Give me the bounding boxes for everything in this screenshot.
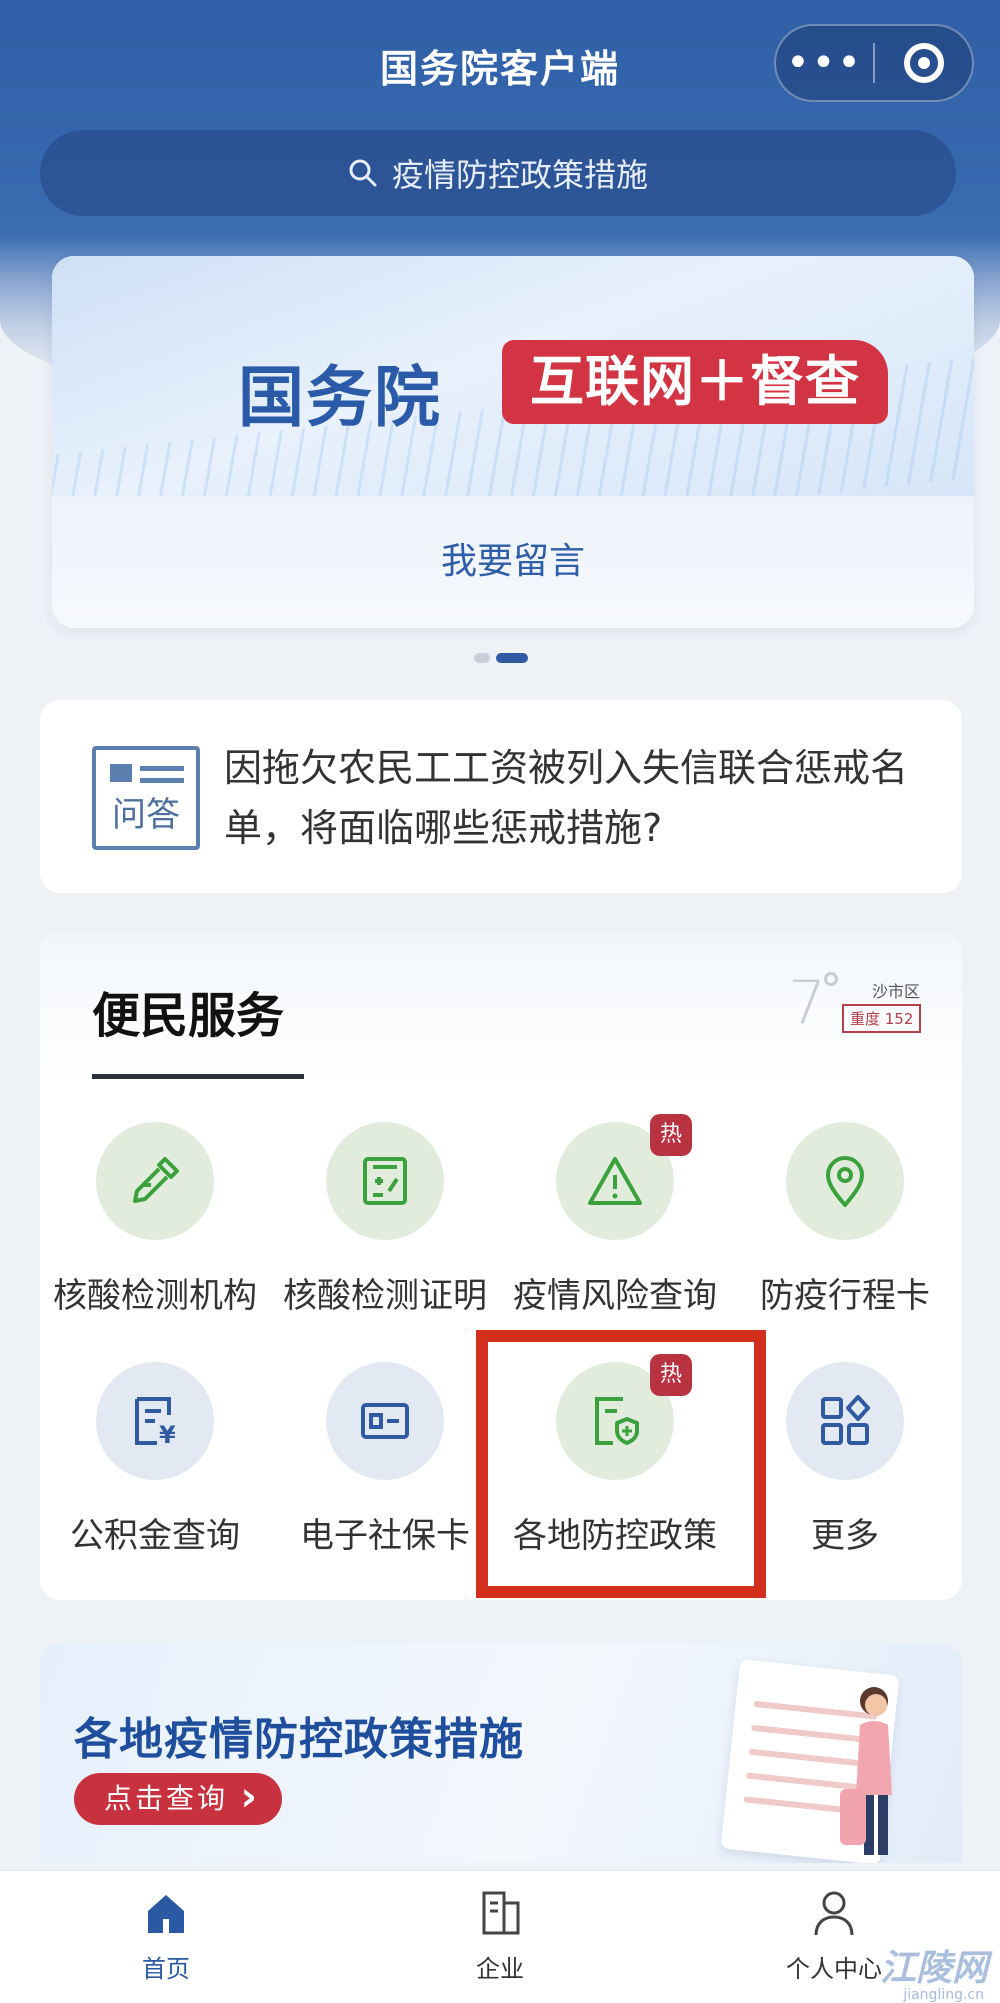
- qa-card[interactable]: 问答 因拖欠农民工工资被列入失信联合惩戒名单，将面临哪些惩戒措施?: [40, 700, 962, 893]
- weather-temperature: 7: [788, 968, 827, 1038]
- promo-title: 各地疫情防控政策措施: [74, 1714, 524, 1765]
- degree-icon: [824, 972, 838, 986]
- services-title: 便民服务: [92, 988, 285, 1044]
- bottom-tab-bar: 首页 企业 个人中心 江陵网 jiangling.cn: [0, 1870, 1000, 2003]
- service-label: 核酸检测证明: [283, 1276, 487, 1316]
- service-nucleic-acid-certificate[interactable]: 核酸检测证明: [270, 1122, 500, 1317]
- tab-label: 企业: [476, 1955, 524, 1983]
- id-card-icon: [326, 1362, 444, 1480]
- tab-label: 首页: [142, 1955, 190, 1983]
- qa-question-text: 因拖欠农民工工资被列入失信联合惩戒名单，将面临哪些惩戒措施?: [224, 746, 909, 850]
- search-bar[interactable]: 疫情防控政策措施: [40, 130, 956, 216]
- grid-more-icon: [786, 1362, 904, 1480]
- click-query-button[interactable]: 点击查询: [74, 1771, 283, 1825]
- watermark-url: jiangling.cn: [903, 1987, 984, 2003]
- search-icon: [349, 159, 377, 187]
- qa-icon-label: 问答: [112, 795, 180, 835]
- watermark-logo: 江陵网: [879, 1948, 988, 1989]
- home-icon: [148, 1895, 184, 1933]
- service-travel-card[interactable]: 防疫行程卡: [730, 1122, 960, 1317]
- close-circle-icon: [903, 43, 944, 83]
- carousel-indicator: [474, 653, 528, 663]
- service-label: 疫情风险查询: [513, 1276, 717, 1316]
- building-icon: [482, 1891, 520, 1935]
- services-title-underline: [92, 1074, 304, 1079]
- weather-widget[interactable]: 7 沙市区 重度 152: [788, 968, 938, 1048]
- banner-carousel[interactable]: 国务院 互联网＋督查 我要留言: [52, 256, 974, 628]
- traveler-illustration: [840, 1687, 892, 1855]
- svg-text:¥: ¥: [159, 1421, 176, 1449]
- person-icon: [814, 1891, 854, 1936]
- tab-enterprise[interactable]: 企业: [400, 1889, 600, 1984]
- carousel-dot: [474, 653, 490, 663]
- qa-icon: 问答: [92, 746, 200, 850]
- dropper-icon: [96, 1122, 214, 1240]
- carousel-dot-active: [496, 653, 528, 663]
- promo-banner[interactable]: 各地疫情防控政策措施 点击查询: [40, 1643, 962, 1863]
- tab-home[interactable]: 首页: [66, 1889, 266, 1984]
- service-social-security-card[interactable]: 电子社保卡: [270, 1362, 500, 1557]
- close-button[interactable]: [875, 43, 972, 83]
- service-label: 防疫行程卡: [760, 1276, 930, 1316]
- banner-tag: 互联网＋督查: [502, 340, 888, 424]
- leave-message-button[interactable]: 我要留言: [52, 496, 974, 628]
- service-label: 核酸检测机构: [53, 1276, 257, 1316]
- fund-document-icon: ¥: [96, 1362, 214, 1480]
- service-epidemic-risk-query[interactable]: 热 疫情风险查询: [500, 1114, 730, 1317]
- mini-program-capsule: •••: [774, 24, 974, 102]
- location-pin-icon: [786, 1122, 904, 1240]
- highlight-box: [476, 1330, 766, 1598]
- service-housing-fund-query[interactable]: ¥ 公积金查询: [40, 1362, 270, 1557]
- banner-brand-text: 国务院: [238, 359, 442, 436]
- service-nucleic-acid-institutions[interactable]: 核酸检测机构: [40, 1122, 270, 1317]
- service-label: 公积金查询: [70, 1516, 240, 1556]
- more-options-button[interactable]: •••: [776, 43, 873, 83]
- hot-badge: 热: [650, 1114, 692, 1156]
- air-quality-badge: 重度 152: [842, 1004, 922, 1033]
- weather-city: 沙市区: [872, 982, 921, 1001]
- service-label: 电子社保卡: [300, 1516, 470, 1556]
- search-placeholder: 疫情防控政策措施: [391, 156, 648, 194]
- test-certificate-icon: [326, 1122, 444, 1240]
